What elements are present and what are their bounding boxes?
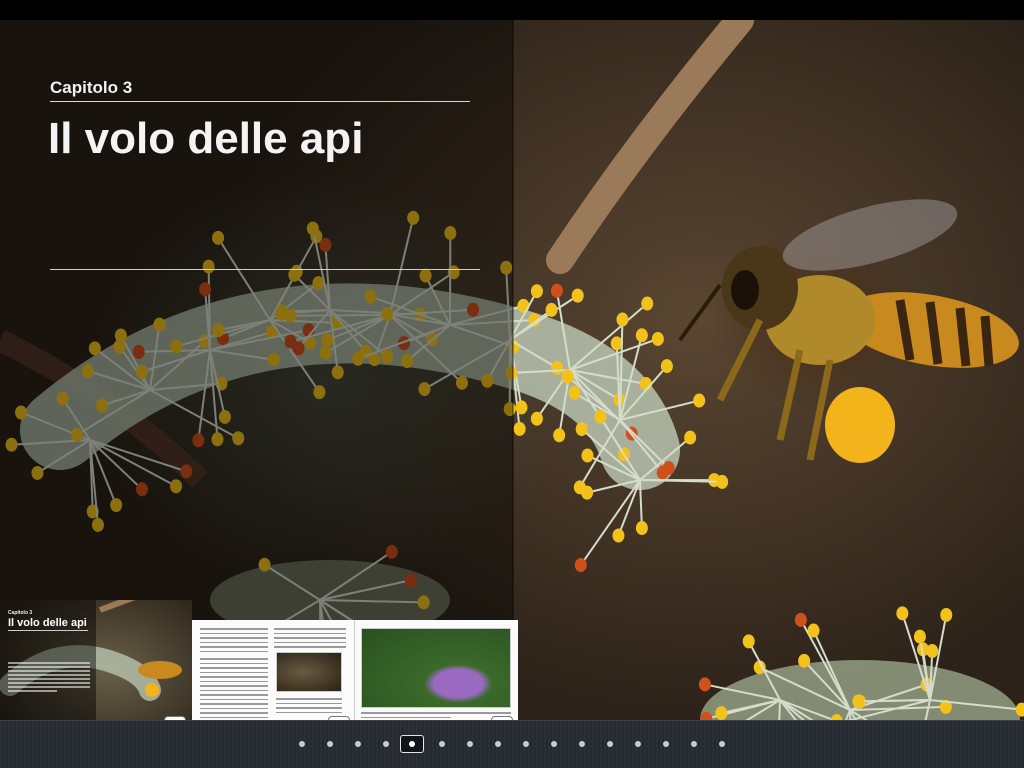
pollen-anther (896, 606, 909, 621)
caption-text (361, 712, 511, 720)
thumbnail-page-19[interactable]: Capitolo 3 Il volo delle api 19 (0, 600, 192, 720)
pollen-anther (530, 284, 543, 299)
bees-photo (276, 652, 342, 692)
page-dot[interactable] (607, 741, 613, 747)
page-dot[interactable] (551, 741, 557, 747)
page-dot[interactable] (327, 741, 333, 747)
stamen-filament (858, 699, 931, 703)
pollen-anther (616, 312, 629, 327)
text-column (200, 628, 268, 655)
pollen-anther (568, 385, 581, 400)
thumbnail-text-block (8, 662, 90, 694)
pollen-anther (545, 302, 558, 317)
page-dot[interactable] (523, 741, 529, 747)
pollen-anther (693, 393, 706, 408)
pollen-anther (561, 369, 574, 384)
thumbnail-rule (8, 630, 88, 631)
text-column (276, 698, 342, 716)
page-dot[interactable] (299, 741, 305, 747)
pollen-anther (798, 653, 811, 668)
chapter-label: Capitolo 3 (50, 78, 133, 97)
page-dot[interactable] (691, 741, 697, 747)
title-rule-top (50, 101, 470, 102)
current-page-indicator[interactable] (400, 735, 424, 753)
pollen-anther (635, 328, 648, 343)
page-spread[interactable]: Capitolo 3 Il volo delle api Capitolo 3 … (0, 20, 1024, 720)
pollen-anther (715, 706, 728, 720)
pollen-anther (575, 422, 588, 437)
page-dot[interactable] (439, 741, 445, 747)
text-column (200, 658, 268, 720)
pollen-anther (581, 485, 594, 500)
pollen-anther (852, 694, 865, 709)
pollen-anther (926, 644, 939, 659)
pollen-anther (553, 428, 566, 443)
bee-illustration (678, 199, 1019, 463)
bee-on-flower-photo (361, 628, 511, 708)
thumbnail-page-21[interactable]: 21 (355, 620, 518, 720)
text-column (274, 628, 346, 651)
pollen-anther (716, 474, 729, 489)
page-navigation-bar (0, 720, 1024, 768)
pollen-anther (913, 629, 926, 644)
pollen-anther (807, 623, 820, 638)
pollen-anther (698, 677, 711, 692)
thumbnail-title: Il volo delle api (8, 617, 87, 629)
ebook-reader-screen: Capitolo 3 Il volo delle api Capitolo 3 … (0, 0, 1024, 768)
pollen-anther (551, 360, 564, 375)
pollen-anther (571, 288, 584, 303)
pollen-anther (513, 421, 526, 436)
pollen-anther (581, 448, 594, 463)
pollen-anther (517, 298, 530, 313)
chapter-title: Il volo delle api (48, 114, 364, 163)
page-dot[interactable] (495, 741, 501, 747)
page-dot[interactable] (579, 741, 585, 747)
title-rule-bottom (50, 269, 480, 270)
page-indicator-dots (0, 721, 1024, 768)
pollen-anther (940, 607, 953, 622)
pollen-anther (530, 411, 543, 426)
page-dot[interactable] (355, 741, 361, 747)
page-dot[interactable] (719, 741, 725, 747)
pollen-anther (515, 400, 528, 415)
pollen-anther (594, 409, 607, 424)
pollen-anther (651, 331, 664, 346)
pollen-anther (574, 558, 587, 573)
pollen-anther (656, 465, 669, 480)
pollen-anther (742, 634, 755, 649)
pollen-anther (550, 283, 563, 298)
page-gutter (512, 20, 514, 720)
page-dot[interactable] (467, 741, 473, 747)
pollen-anther (612, 528, 625, 543)
page-dot[interactable] (663, 741, 669, 747)
pollen-anther (794, 612, 807, 627)
pollen-anther (684, 430, 697, 445)
pollen-anther (641, 296, 654, 311)
page-dot[interactable] (383, 741, 389, 747)
page-dot[interactable] (635, 741, 641, 747)
thumbnail-caption: Capitolo 3 (8, 610, 33, 616)
thumbnail-page-20[interactable]: 20 (192, 620, 355, 720)
pollen-anther (635, 521, 648, 536)
pollen-anther (660, 359, 673, 374)
